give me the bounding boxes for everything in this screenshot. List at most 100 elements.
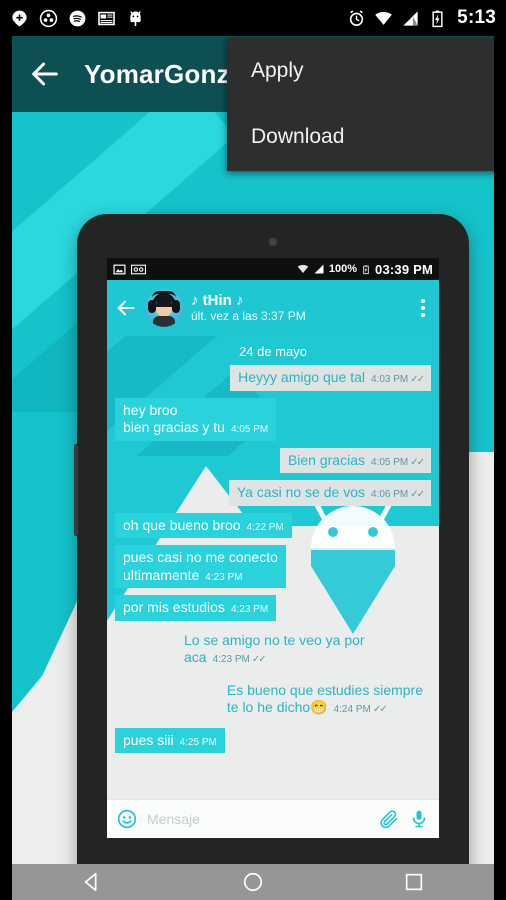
- message-rows: Heyyy amigo que tal 4:03 PM ✓✓ hey broo bien…: [115, 365, 431, 753]
- wifi-icon: [297, 264, 309, 273]
- system-status-bar: 5:13: [0, 0, 506, 36]
- message-row[interactable]: por mis estudios 4:23 PM: [115, 595, 431, 621]
- app-screen: YomarGonz 100% 03:39 PM ♪ tHin ♪ últ. ve…: [12, 36, 494, 864]
- incoming-message-bubble[interactable]: pues casi no me conecto ultimamente 4:23 P…: [115, 545, 286, 588]
- back-arrow-icon[interactable]: [28, 57, 62, 91]
- message-meta: 4:06 PM ✓✓: [370, 489, 425, 500]
- incoming-message-bubble[interactable]: oh que bueno broo 4:22 PM: [115, 512, 292, 538]
- preview-status-bar: 100% 03:39 PM: [107, 258, 439, 280]
- image-icon: [113, 264, 126, 274]
- message-row[interactable]: pues siii 4:25 PM: [115, 727, 431, 753]
- avatar[interactable]: [145, 289, 183, 327]
- message-text: pues siii: [123, 731, 174, 748]
- chat-message-list[interactable]: 24 de mayo Heyyy amigo que tal 4:03 PM ✓✓ h…: [107, 336, 439, 799]
- battery-charging-icon: [432, 10, 443, 27]
- message-timestamp: 4:22 PM: [246, 521, 284, 533]
- message-text: hey broo: [123, 401, 178, 418]
- chat-contact-meta: ♪ tHin ♪ últ. vez a las 3:37 PM: [191, 292, 306, 323]
- microphone-icon[interactable]: [409, 809, 429, 829]
- message-meta: 4:24 PM ✓✓: [333, 704, 388, 715]
- message-row[interactable]: Bien gracias 4:05 PM ✓✓: [115, 447, 431, 473]
- incoming-message-bubble[interactable]: pues siii 4:25 PM: [115, 727, 225, 753]
- message-text: por mis estudios: [123, 599, 225, 615]
- wifi-icon: [375, 11, 392, 25]
- nav-back-icon[interactable]: [81, 871, 103, 893]
- message-text: Bien gracias: [287, 451, 365, 468]
- message-timestamp: 4:23 PM: [212, 654, 250, 665]
- message-meta: 4:23 PM ✓✓: [212, 654, 267, 665]
- outgoing-message-bubble[interactable]: Bien gracias 4:05 PM ✓✓: [279, 447, 431, 473]
- menu-item-apply[interactable]: Apply: [227, 38, 494, 104]
- chat-header: ♪ tHin ♪ últ. vez a las 3:37 PM: [107, 280, 439, 336]
- device-volume-button: [74, 444, 78, 536]
- message-meta: 4:05 PM: [231, 424, 268, 435]
- incoming-message-bubble[interactable]: hey broo bien gracias y tu 4:05 PM: [115, 397, 277, 441]
- alarm-icon: [350, 9, 364, 26]
- message-text: Es bueno que estudies siempre: [226, 681, 423, 698]
- outgoing-message-bubble[interactable]: Es bueno que estudies siempre te lo he di…: [219, 678, 431, 721]
- spotify-icon: [69, 10, 86, 26]
- message-row[interactable]: Lo se amigo no te veo ya por aca 4:23 PM ✓…: [115, 628, 431, 671]
- overflow-menu-icon[interactable]: [421, 299, 431, 317]
- message-timestamp: 4:05 PM: [370, 456, 409, 468]
- signal-icon: [314, 264, 324, 274]
- read-receipt-icon: ✓✓: [410, 456, 425, 468]
- message-row[interactable]: pues casi no me conecto ultimamente 4:23 P…: [115, 545, 431, 588]
- menu-item-download[interactable]: Download: [227, 104, 494, 170]
- read-receipt-icon: ✓✓: [410, 374, 425, 385]
- message-input-bar[interactable]: Mensaje: [107, 799, 439, 838]
- message-timestamp: 4:05 PM: [230, 424, 269, 435]
- incoming-message-bubble[interactable]: por mis estudios 4:23 PM: [115, 595, 277, 621]
- signal-icon: [403, 10, 418, 26]
- preview-clock: 03:39 PM: [375, 261, 433, 277]
- news-layout-icon: [98, 11, 115, 25]
- wallpaper-preview: 100% 03:39 PM ♪ tHin ♪ últ. vez a las 3:…: [12, 112, 494, 864]
- message-text: Heyyy amigo que tal: [238, 369, 365, 385]
- message-meta: 4:03 PM ✓✓: [371, 374, 425, 385]
- status-bar-notification-icons: [10, 9, 145, 28]
- message-text: ultimamente: [123, 566, 200, 583]
- read-receipt-icon: ✓✓: [251, 654, 267, 665]
- nav-recents-icon[interactable]: [403, 871, 425, 893]
- message-meta: 4:23 PM: [231, 604, 268, 615]
- message-timestamp: 4:23 PM: [230, 604, 269, 615]
- message-row[interactable]: Heyyy amigo que tal 4:03 PM ✓✓: [115, 365, 431, 391]
- message-text: te lo he dicho😁: [226, 699, 328, 715]
- status-bar-clock: 5:13: [457, 7, 496, 28]
- device-mockup: 100% 03:39 PM ♪ tHin ♪ últ. vez a las 3:…: [74, 214, 469, 864]
- messages-container: 24 de mayo Heyyy amigo que tal 4:03 PM ✓✓ h…: [107, 336, 439, 764]
- contact-last-seen: últ. vez a las 3:37 PM: [191, 308, 306, 323]
- message-timestamp: 4:25 PM: [179, 736, 217, 748]
- message-row[interactable]: hey broo bien gracias y tu 4:05 PM: [115, 397, 431, 441]
- message-timestamp: 4:24 PM: [333, 704, 371, 715]
- overflow-menu[interactable]: Apply Download: [227, 38, 494, 171]
- read-receipt-icon: ✓✓: [410, 489, 425, 500]
- contact-name: ♪ tHin ♪: [191, 292, 244, 310]
- voicemail-icon: [131, 264, 146, 274]
- battery-charging-icon: [363, 264, 369, 274]
- message-input[interactable]: Mensaje: [147, 811, 369, 827]
- back-arrow-icon[interactable]: [115, 297, 137, 319]
- message-timestamp: 4:06 PM: [370, 489, 409, 500]
- message-row[interactable]: Es bueno que estudies siempre te lo he di…: [115, 678, 431, 721]
- message-row[interactable]: Ya casi no se de vos 4:06 PM ✓✓: [115, 480, 431, 506]
- status-bar-system-icons: 5:13: [347, 7, 496, 29]
- outgoing-message-bubble[interactable]: Ya casi no se de vos 4:06 PM ✓✓: [228, 480, 431, 506]
- nav-home-icon[interactable]: [242, 871, 264, 893]
- outgoing-message-bubble[interactable]: Heyyy amigo que tal 4:03 PM ✓✓: [230, 365, 431, 391]
- paperclip-icon[interactable]: [379, 809, 399, 829]
- system-navigation-bar: [12, 864, 494, 900]
- location-plus-icon: [12, 10, 27, 26]
- message-meta: 4:23 PM: [205, 572, 242, 583]
- emoji-icon[interactable]: [117, 809, 137, 829]
- message-row[interactable]: oh que bueno broo 4:22 PM: [115, 512, 431, 538]
- outgoing-message-bubble[interactable]: Lo se amigo no te veo ya por aca 4:23 PM ✓…: [176, 628, 431, 671]
- device-camera-icon: [268, 236, 278, 246]
- read-receipt-icon: ✓✓: [372, 704, 388, 715]
- message-text: Ya casi no se de vos: [236, 484, 365, 500]
- page-title: YomarGonz: [84, 58, 230, 89]
- message-text: bien gracias y tu: [123, 419, 225, 435]
- preview-status-right: 100% 03:39 PM: [297, 262, 433, 277]
- message-meta: 4:05 PM ✓✓: [370, 456, 425, 468]
- screen-root: 5:13 YomarGonz 100% 03:39 PM ♪ tHin ♪ úl…: [0, 0, 506, 900]
